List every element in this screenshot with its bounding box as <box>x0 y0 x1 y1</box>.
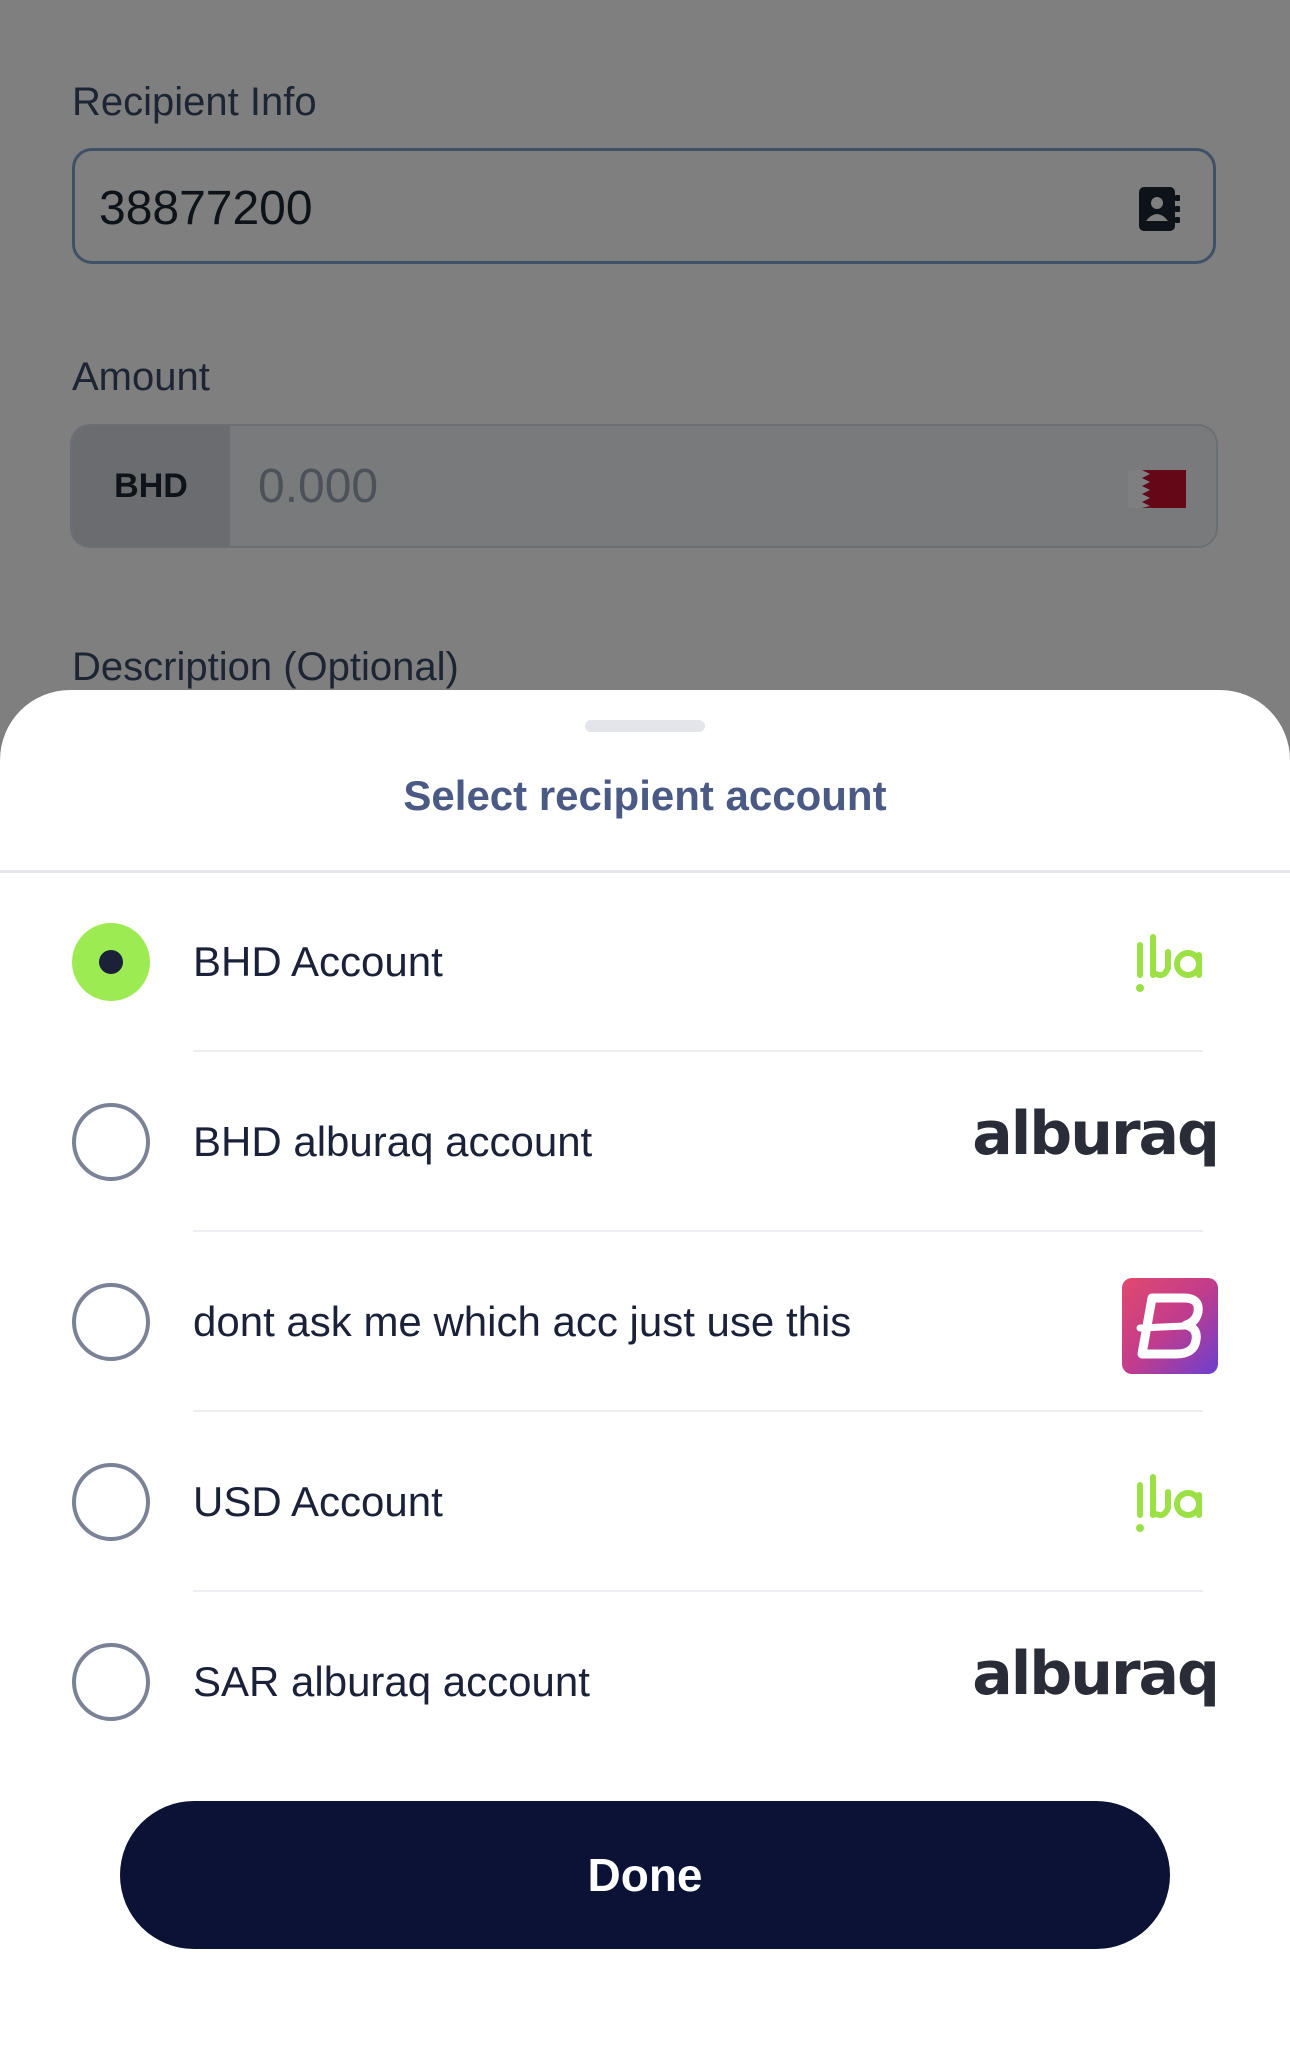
radio-button[interactable] <box>72 1283 150 1361</box>
ila-logo-icon <box>1134 1474 1204 1536</box>
account-list: BHD Account BHD alburaq account alburaq <box>0 872 1290 1777</box>
alburaq-logo: alburaq <box>972 1099 1220 1169</box>
select-account-sheet: Select recipient account BHD Account BHD… <box>0 690 1290 2061</box>
b-bank-logo-icon <box>1122 1278 1218 1374</box>
radio-button-selected[interactable] <box>72 923 150 1001</box>
ila-logo-icon <box>1134 934 1204 996</box>
account-option-usd-account[interactable]: USD Account <box>0 1412 1290 1592</box>
alburaq-logo: alburaq <box>972 1639 1220 1709</box>
sheet-grabber-handle[interactable] <box>585 720 705 732</box>
account-label: BHD Account <box>193 938 443 985</box>
account-option-sar-alburaq[interactable]: SAR alburaq account alburaq <box>0 1592 1290 1772</box>
account-label: SAR alburaq account <box>193 1658 590 1705</box>
radio-button[interactable] <box>72 1643 150 1721</box>
account-option-bhd-alburaq[interactable]: BHD alburaq account alburaq <box>0 1052 1290 1232</box>
account-option-bhd-account[interactable]: BHD Account <box>0 872 1290 1052</box>
account-label: USD Account <box>193 1478 443 1525</box>
radio-button[interactable] <box>72 1463 150 1541</box>
account-label: BHD alburaq account <box>193 1118 593 1165</box>
radio-button[interactable] <box>72 1103 150 1181</box>
account-label: dont ask me which acc just use this <box>193 1298 852 1345</box>
sheet-title: Select recipient account <box>403 772 887 819</box>
account-option-dont-ask[interactable]: dont ask me which acc just use this <box>0 1232 1290 1412</box>
done-button[interactable]: Done <box>120 1801 1170 1949</box>
